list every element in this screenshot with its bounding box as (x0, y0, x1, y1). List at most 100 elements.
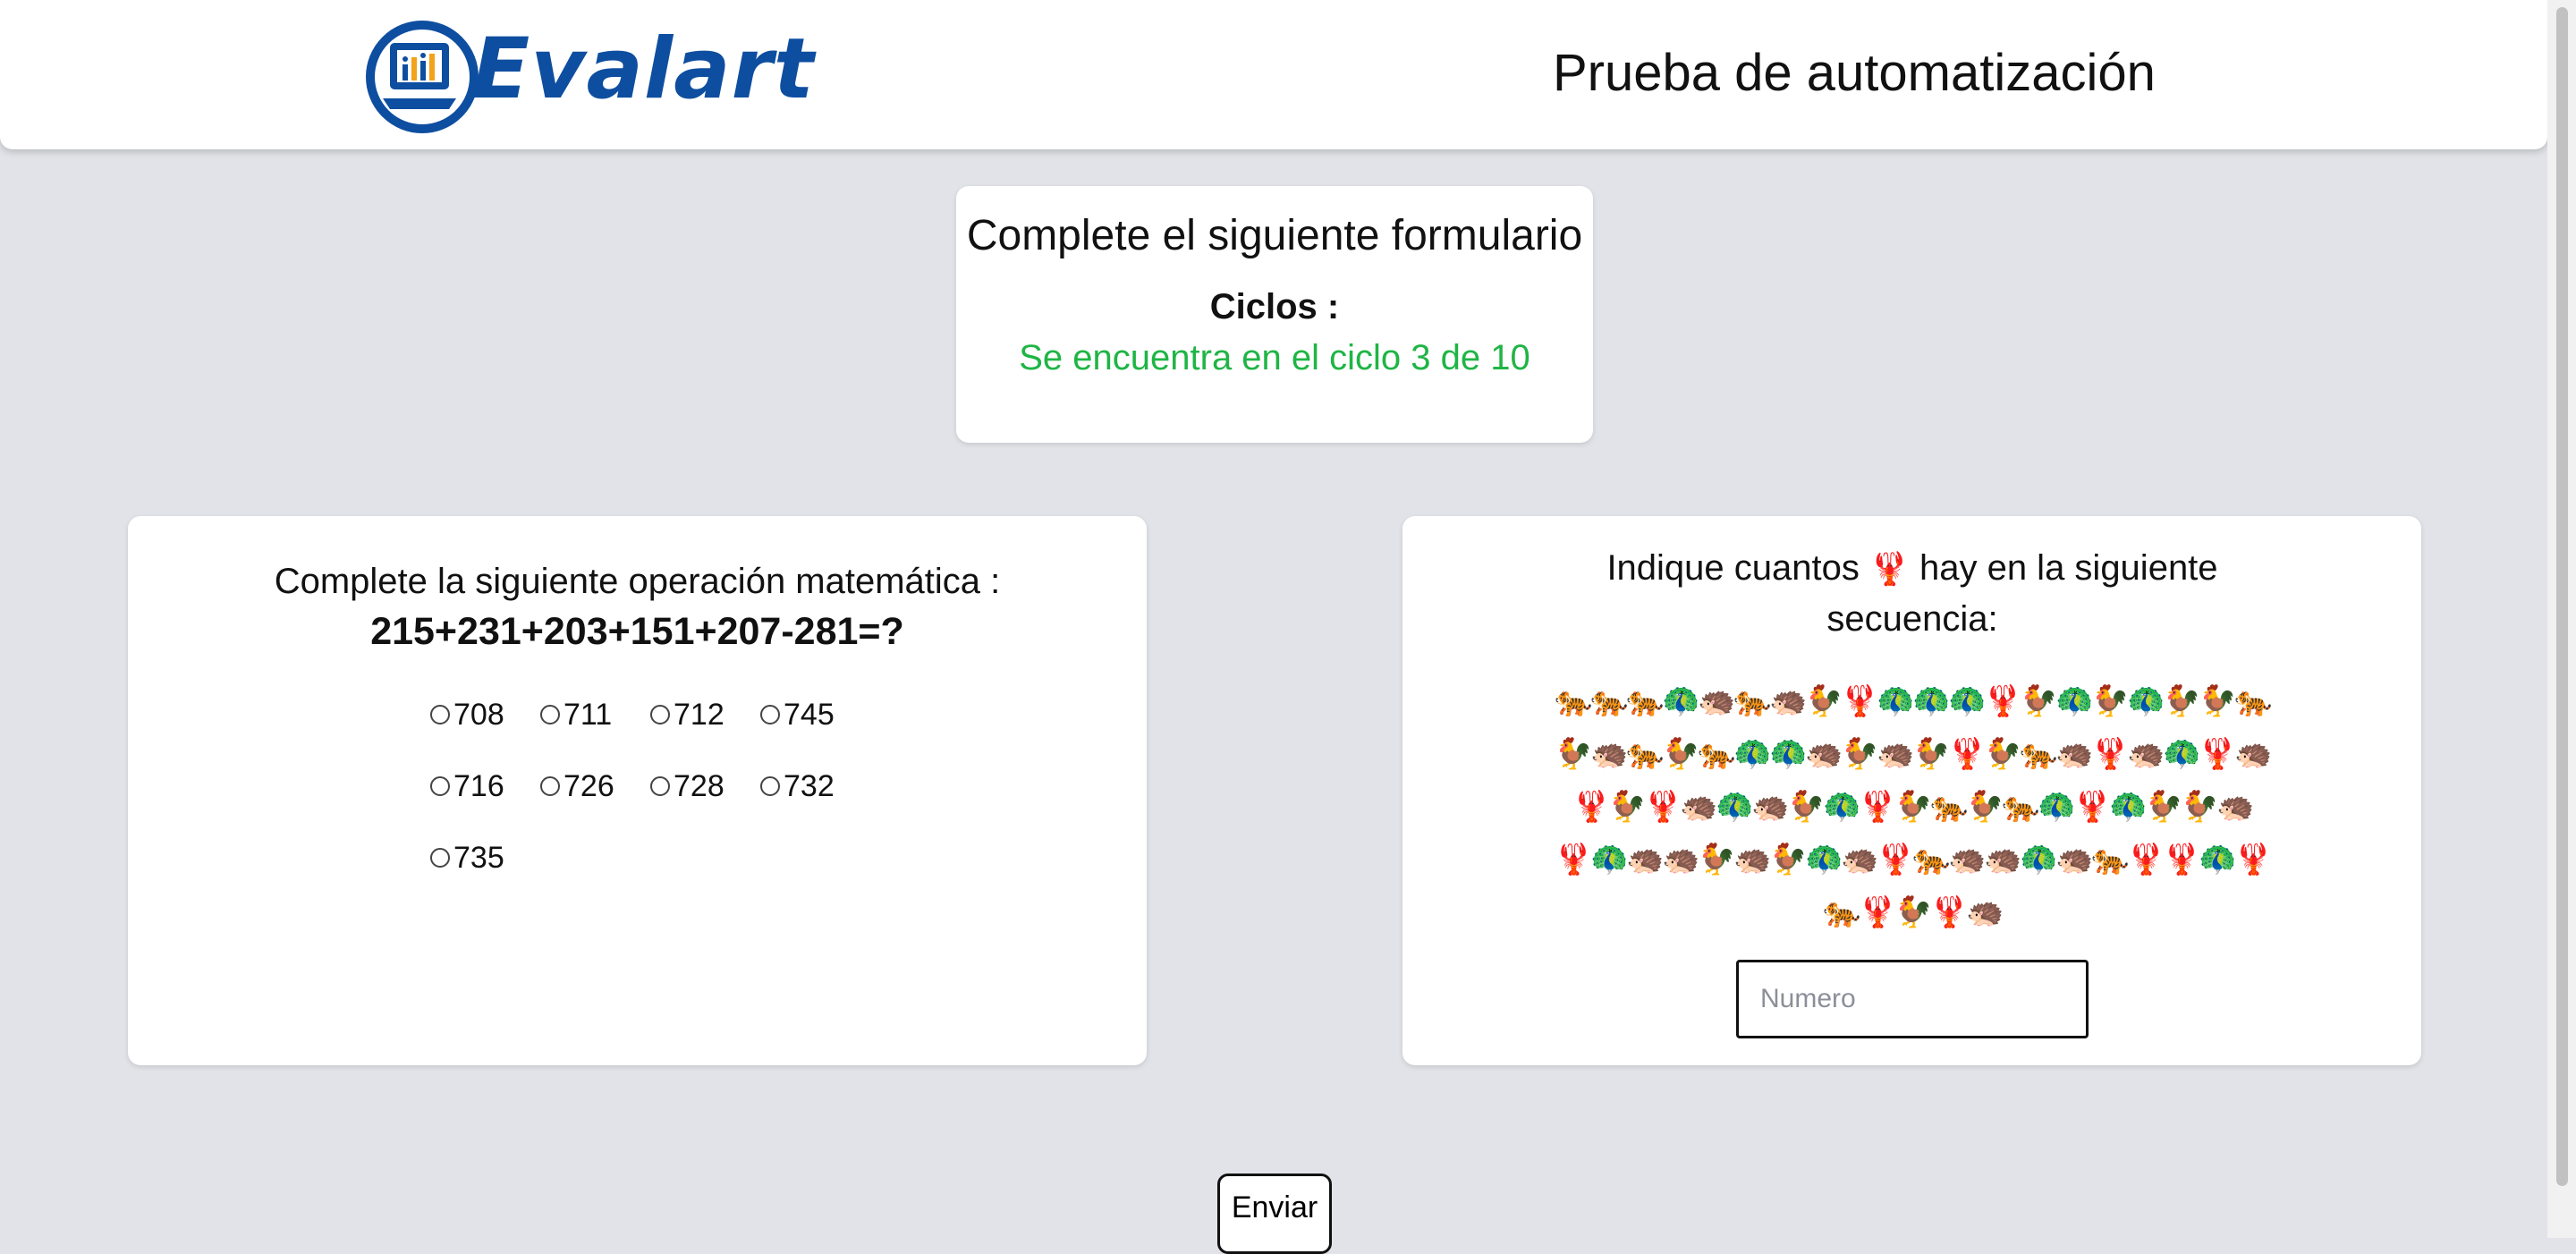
hedgehog-icon: 🦔 (1948, 843, 1987, 877)
rooster-icon: 🐓 (1698, 843, 1736, 877)
option-732[interactable]: 732 (760, 769, 870, 804)
peacock-icon: 🦚 (1877, 684, 1915, 718)
lobster-icon: 🦞 (2199, 737, 2237, 771)
options-row: 708 711 712 745 (430, 679, 895, 750)
hedgehog-icon: 🦔 (1877, 737, 1915, 771)
hedgehog-icon: 🦔 (2216, 790, 2255, 824)
lobster-icon: 🦞 (1877, 843, 1915, 877)
radio-button[interactable] (650, 776, 670, 796)
count-question-start: Indique cuantos (1606, 548, 1860, 588)
lobster-icon: 🦞 (1644, 790, 1682, 824)
radio-button[interactable] (430, 705, 450, 724)
rooster-icon: 🐓 (1769, 843, 1808, 877)
radio-button[interactable] (430, 776, 450, 796)
option-735[interactable]: 735 (430, 841, 540, 876)
option-711[interactable]: 711 (540, 698, 650, 733)
peacock-icon: 🦚 (1769, 737, 1808, 771)
peacock-icon: 🦚 (2199, 843, 2237, 877)
tiger-icon: 🐅 (1930, 790, 1969, 824)
hedgehog-icon: 🦔 (1662, 843, 1700, 877)
logo-text: Evalart (472, 20, 815, 118)
page-header: Evalart Prueba de automatización (0, 0, 2547, 149)
radio-button[interactable] (430, 848, 450, 868)
rooster-icon: 🐓 (2145, 790, 2183, 824)
cycles-label: Ciclos : (1209, 287, 1340, 326)
lobster-icon: 🦞 (1930, 895, 1969, 929)
radio-button[interactable] (540, 776, 560, 796)
peacock-icon: 🦚 (2055, 684, 2094, 718)
option-726[interactable]: 726 (540, 769, 650, 804)
rooster-icon: 🐓 (1912, 737, 1951, 771)
hedgehog-icon: 🦔 (1984, 843, 2022, 877)
math-expression: 215+231+203+151+207-281=? (370, 610, 904, 653)
radio-button[interactable] (650, 705, 670, 724)
hedgehog-icon: 🦔 (2055, 843, 2094, 877)
radio-button[interactable] (760, 705, 780, 724)
tiger-icon: 🐅 (1626, 737, 1665, 771)
radio-button[interactable] (760, 776, 780, 796)
option-label: 716 (453, 768, 504, 803)
lobster-icon: 🦞 (2234, 843, 2273, 877)
hedgehog-icon: 🦔 (1680, 790, 1718, 824)
peacock-icon: 🦚 (1590, 843, 1629, 877)
answer-options: 708 711 712 745 716 726 728 732 735 (430, 679, 895, 894)
rooster-icon: 🐓 (1966, 790, 2004, 824)
option-745[interactable]: 745 (760, 698, 870, 733)
math-question: Complete la siguiente operación matemáti… (128, 556, 1147, 657)
rooster-icon: 🐓 (2199, 684, 2237, 718)
lobster-icon: 🦞 (2091, 737, 2130, 771)
logo-monitor-icon (366, 21, 479, 133)
option-708[interactable]: 708 (430, 698, 540, 733)
hedgehog-icon: 🦔 (2234, 737, 2273, 771)
options-row: 716 726 728 732 (430, 750, 895, 822)
rooster-icon: 🐓 (2181, 790, 2219, 824)
option-728[interactable]: 728 (650, 769, 760, 804)
options-row: 735 (430, 822, 895, 894)
emoji-sequence-row: 🦞🐓🦞🦔🦚🦔🐓🦚🦞🐓🐅🐓🐅🦚🦞🦚🐓🐓🦔 (1555, 781, 2270, 834)
cycles-card: Complete el siguiente formulario Ciclos … (956, 186, 1593, 443)
hedgehog-icon: 🦔 (1751, 790, 1790, 824)
option-label: 711 (564, 697, 613, 732)
hedgehog-icon: 🦔 (2055, 737, 2094, 771)
scrollbar[interactable] (2547, 0, 2576, 1238)
hedgehog-icon: 🦔 (1841, 843, 1879, 877)
peacock-icon: 🦚 (1823, 790, 1861, 824)
option-716[interactable]: 716 (430, 769, 540, 804)
math-question-card: Complete la siguiente operación matemáti… (128, 516, 1147, 1065)
option-712[interactable]: 712 (650, 698, 760, 733)
hedgehog-icon: 🦔 (1769, 684, 1808, 718)
hedgehog-icon: 🦔 (1966, 895, 2004, 929)
lobster-icon: 🦞 (1859, 895, 1897, 929)
hedgehog-icon: 🦔 (2127, 737, 2165, 771)
emoji-sequence-row: 🦞🦚🦔🦔🐓🦔🐓🦚🦔🦞🐅🦔🦔🦚🦔🐅🦞🦞🦚🦞 (1555, 834, 2273, 886)
scrollbar-thumb[interactable] (2556, 7, 2568, 1186)
tiger-icon: 🐅 (1698, 737, 1736, 771)
number-input[interactable] (1736, 960, 2089, 1038)
rooster-icon: 🐓 (1662, 737, 1700, 771)
rooster-icon: 🐓 (1894, 895, 1933, 929)
peacock-icon: 🦚 (2109, 790, 2148, 824)
emoji-sequence-row: 🐅🐅🐅🦚🦔🐅🦔🐓🦞🦚🦚🦚🦞🐓🦚🐓🦚🐓🐓🐅 (1555, 675, 2273, 728)
hedgehog-icon: 🦔 (1590, 737, 1629, 771)
peacock-icon: 🦚 (1733, 737, 1772, 771)
evalart-logo[interactable]: Evalart (360, 13, 815, 138)
option-label: 712 (674, 697, 724, 732)
tiger-icon: 🐅 (2234, 684, 2273, 718)
tiger-icon: 🐅 (1733, 684, 1772, 718)
lobster-icon: 🦞 (1859, 790, 1897, 824)
tiger-icon: 🐅 (1823, 895, 1861, 929)
tiger-icon: 🐅 (2020, 737, 2058, 771)
tiger-icon: 🐅 (2002, 790, 2040, 824)
rooster-icon: 🐓 (1555, 737, 1593, 771)
hedgehog-icon: 🦔 (1733, 843, 1772, 877)
lobster-icon: 🦞 (1948, 737, 1987, 771)
math-question-text: Complete la siguiente operación matemáti… (274, 562, 1001, 601)
emoji-sequence-row: 🐓🦔🐅🐓🐅🦚🦚🦔🐓🦔🐓🦞🐓🐅🦔🦞🦔🦚🦞🦔 (1555, 728, 2273, 781)
tiger-icon: 🐅 (1590, 684, 1629, 718)
peacock-icon: 🦚 (2038, 790, 2076, 824)
peacock-icon: 🦚 (1948, 684, 1987, 718)
emoji-sequence-row: 🐅🦞🐓🦞🦔 (1555, 886, 2270, 939)
rooster-icon: 🐓 (1787, 790, 1826, 824)
submit-button[interactable]: Enviar (1217, 1174, 1332, 1254)
radio-button[interactable] (540, 705, 560, 724)
